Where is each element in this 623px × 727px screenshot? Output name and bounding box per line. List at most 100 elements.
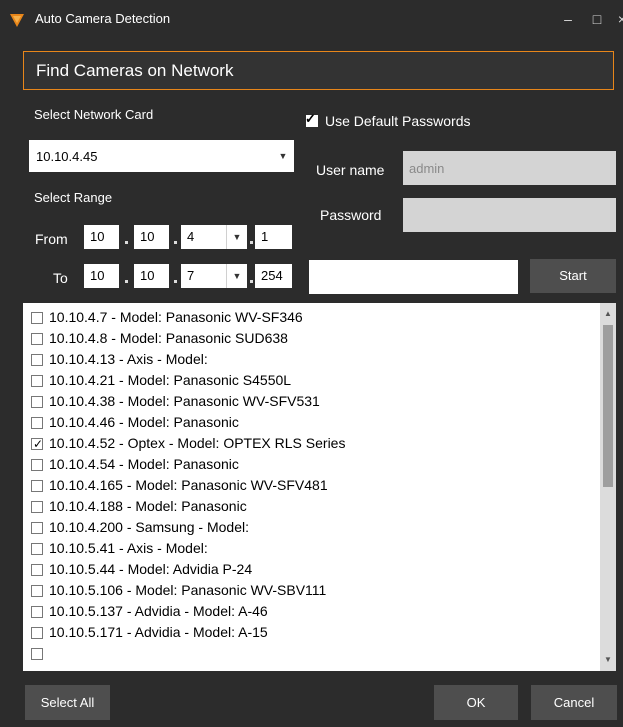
to-octet-4[interactable]: 254 xyxy=(255,264,292,288)
scrollbar-thumb[interactable] xyxy=(603,325,613,487)
title-bar: Auto Camera Detection – □ × xyxy=(0,0,623,38)
camera-checkbox[interactable] xyxy=(31,543,43,555)
camera-checkbox[interactable] xyxy=(31,627,43,639)
ip-separator xyxy=(125,241,128,244)
camera-checkbox[interactable] xyxy=(31,396,43,408)
range-from-label: From xyxy=(35,231,68,247)
list-item[interactable]: 10.10.4.7 - Model: Panasonic WV-SF346 xyxy=(23,307,601,328)
checkmark-icon: ✓ xyxy=(33,437,44,451)
list-item[interactable]: 10.10.4.8 - Model: Panasonic SUD638 xyxy=(23,328,601,349)
list-item[interactable]: 10.10.4.38 - Model: Panasonic WV-SFV531 xyxy=(23,391,601,412)
vertical-scrollbar[interactable]: ▲ ▼ xyxy=(600,303,616,671)
window-title: Auto Camera Detection xyxy=(35,11,171,26)
from-octet-2[interactable]: 10 xyxy=(134,225,169,249)
camera-checkbox[interactable] xyxy=(31,564,43,576)
list-item[interactable]: 10.10.5.171 - Advidia - Model: A-15 xyxy=(23,622,601,643)
list-item[interactable]: 10.10.5.41 - Axis - Model: xyxy=(23,538,601,559)
list-item[interactable]: 10.10.4.21 - Model: Panasonic S4550L xyxy=(23,370,601,391)
network-card-value: 10.10.4.45 xyxy=(36,149,98,164)
camera-label: 10.10.5.41 - Axis - Model: xyxy=(49,540,208,556)
list-item[interactable]: 10.10.4.13 - Axis - Model: xyxy=(23,349,601,370)
chevron-down-icon[interactable]: ▼ xyxy=(226,225,247,249)
camera-checkbox[interactable] xyxy=(31,354,43,366)
checkmark-icon: ✓ xyxy=(305,111,316,126)
select-all-button[interactable]: Select All xyxy=(25,685,110,720)
to-octet-2[interactable]: 10 xyxy=(134,264,169,288)
list-item[interactable]: 10.10.4.165 - Model: Panasonic WV-SFV481 xyxy=(23,475,601,496)
ip-separator xyxy=(250,280,253,283)
list-item[interactable]: ✓ 10.10.4.52 - Optex - Model: OPTEX RLS S… xyxy=(23,433,601,454)
scan-status-field[interactable] xyxy=(309,260,518,294)
list-item[interactable]: 10.10.5.44 - Model: Advidia P-24 xyxy=(23,559,601,580)
close-button[interactable]: × xyxy=(610,8,623,30)
camera-label: 10.10.4.54 - Model: Panasonic xyxy=(49,456,239,472)
camera-list-rows: 10.10.4.7 - Model: Panasonic WV-SF346 10.… xyxy=(23,303,601,664)
password-label: Password xyxy=(320,207,382,223)
camera-label: 10.10.5.171 - Advidia - Model: A-15 xyxy=(49,624,268,640)
camera-checkbox[interactable] xyxy=(31,522,43,534)
list-item[interactable]: 10.10.5.106 - Model: Panasonic WV-SBV111 xyxy=(23,580,601,601)
camera-checkbox[interactable] xyxy=(31,417,43,429)
section-title: Find Cameras on Network xyxy=(36,61,234,80)
auto-camera-detection-window: Auto Camera Detection – □ × Find Cameras… xyxy=(0,0,623,727)
list-item[interactable]: 10.10.4.46 - Model: Panasonic xyxy=(23,412,601,433)
use-default-passwords-label: Use Default Passwords xyxy=(325,113,471,129)
camera-checkbox[interactable] xyxy=(31,375,43,387)
from-octet-3-value: 4 xyxy=(187,229,195,244)
camera-label: 10.10.5.44 - Model: Advidia P-24 xyxy=(49,561,253,577)
camera-checkbox[interactable] xyxy=(31,459,43,471)
to-octet-1[interactable]: 10 xyxy=(84,264,119,288)
from-octet-4[interactable]: 1 xyxy=(255,225,292,249)
use-default-passwords-checkbox[interactable]: ✓ Use Default Passwords xyxy=(305,111,471,129)
list-item[interactable]: 10.10.4.188 - Model: Panasonic xyxy=(23,496,601,517)
ok-button[interactable]: OK xyxy=(434,685,518,720)
camera-label: 10.10.4.8 - Model: Panasonic SUD638 xyxy=(49,330,288,346)
scroll-down-icon[interactable]: ▼ xyxy=(600,653,616,667)
chevron-down-icon[interactable]: ▼ xyxy=(226,264,247,288)
camera-checkbox[interactable] xyxy=(31,501,43,513)
camera-checkbox[interactable] xyxy=(31,480,43,492)
network-card-label: Select Network Card xyxy=(34,107,154,122)
list-item[interactable]: 10.10.4.200 - Samsung - Model: xyxy=(23,517,601,538)
from-octet-3-select[interactable]: 4 ▼ xyxy=(181,225,247,249)
password-field[interactable] xyxy=(403,198,616,232)
camera-label: 10.10.4.7 - Model: Panasonic WV-SF346 xyxy=(49,309,303,325)
camera-checkbox[interactable]: ✓ xyxy=(31,437,43,451)
list-item[interactable] xyxy=(23,643,601,664)
dialog-footer: Select All OK Cancel xyxy=(0,678,623,727)
camera-checkbox[interactable] xyxy=(31,312,43,324)
network-card-select[interactable]: 10.10.4.45 ▼ xyxy=(29,140,294,172)
range-label: Select Range xyxy=(34,190,113,205)
to-octet-3-value: 7 xyxy=(187,268,195,283)
ip-separator xyxy=(250,241,253,244)
username-field[interactable]: admin xyxy=(403,151,616,185)
camera-checkbox[interactable] xyxy=(31,585,43,597)
camera-label: 10.10.4.188 - Model: Panasonic xyxy=(49,498,247,514)
camera-label: 10.10.4.21 - Model: Panasonic S4550L xyxy=(49,372,292,388)
minimize-button[interactable]: – xyxy=(556,8,580,30)
camera-label: 10.10.4.46 - Model: Panasonic xyxy=(49,414,239,430)
ip-separator xyxy=(174,241,177,244)
from-octet-1[interactable]: 10 xyxy=(84,225,119,249)
maximize-button[interactable]: □ xyxy=(585,8,609,30)
camera-list[interactable]: 10.10.4.7 - Model: Panasonic WV-SF346 10.… xyxy=(23,303,616,671)
camera-label: 10.10.4.52 - Optex - Model: OPTEX RLS Se… xyxy=(49,435,346,451)
chevron-down-icon[interactable]: ▼ xyxy=(272,140,294,172)
cancel-button[interactable]: Cancel xyxy=(531,685,617,720)
start-button[interactable]: Start xyxy=(530,259,616,293)
to-octet-3-select[interactable]: 7 ▼ xyxy=(181,264,247,288)
list-item[interactable]: 10.10.5.137 - Advidia - Model: A-46 xyxy=(23,601,601,622)
checkbox-icon[interactable]: ✓ xyxy=(305,111,318,127)
section-header: Find Cameras on Network xyxy=(23,51,614,90)
list-item[interactable]: 10.10.4.54 - Model: Panasonic xyxy=(23,454,601,475)
camera-label: 10.10.4.13 - Axis - Model: xyxy=(49,351,208,367)
camera-checkbox[interactable] xyxy=(31,648,43,660)
scroll-up-icon[interactable]: ▲ xyxy=(600,307,616,321)
camera-checkbox[interactable] xyxy=(31,606,43,618)
camera-checkbox[interactable] xyxy=(31,333,43,345)
camera-label: 10.10.4.200 - Samsung - Model: xyxy=(49,519,250,535)
camera-label: 10.10.4.38 - Model: Panasonic WV-SFV531 xyxy=(49,393,320,409)
app-logo-icon xyxy=(10,14,24,27)
range-to-label: To xyxy=(53,270,68,286)
camera-label: 10.10.4.165 - Model: Panasonic WV-SFV481 xyxy=(49,477,328,493)
